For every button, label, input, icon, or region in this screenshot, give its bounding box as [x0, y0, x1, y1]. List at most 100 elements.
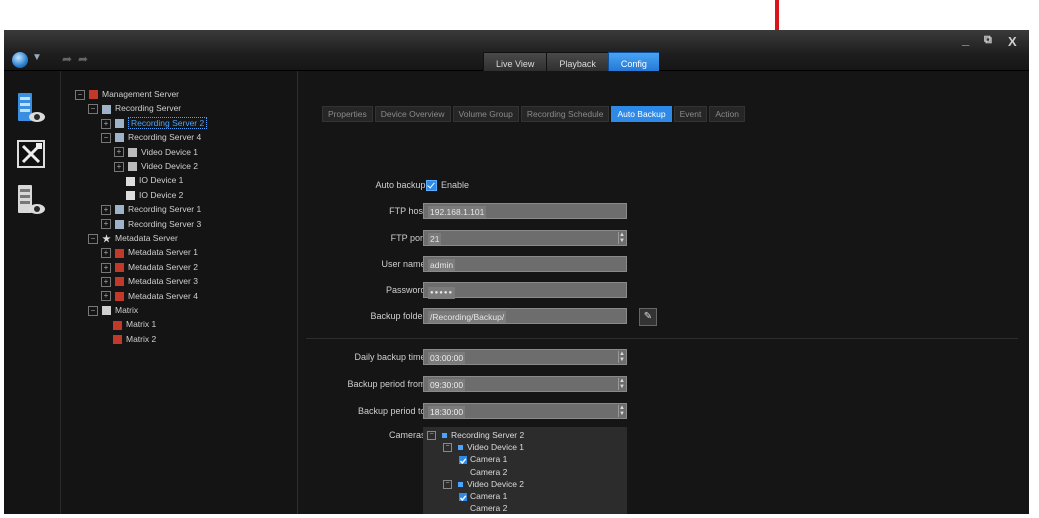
forward-arrow-icon[interactable]: ➦ — [78, 52, 88, 66]
subtab-volume-group[interactable]: Volume Group — [452, 106, 519, 122]
tree-item-matrix[interactable]: − Matrix — [88, 303, 138, 317]
ftp-host-label: FTP host: — [389, 206, 428, 216]
tree-item-io-device-1[interactable]: IO Device 1 — [114, 173, 183, 187]
expand-icon[interactable]: + — [101, 204, 111, 215]
device-tree-panel: − Management Server − Recording Server + Reco… — [61, 71, 298, 514]
tree-item-label: Video Device 2 — [141, 161, 199, 171]
restore-icon[interactable]: ⧉ — [984, 34, 992, 47]
camera-tree-label: Camera 1 — [470, 491, 508, 501]
expand-icon[interactable]: + — [101, 118, 111, 129]
user-name-value: admin — [428, 259, 456, 271]
collapse-icon[interactable]: − — [101, 132, 111, 143]
camera-checkbox[interactable] — [459, 492, 467, 501]
node-dot-icon — [458, 445, 463, 451]
enable-checkbox[interactable] — [426, 180, 437, 191]
expand-icon[interactable]: + — [114, 161, 124, 172]
camera-tree-item-video-device-2[interactable]: − Video Device 2 — [443, 478, 524, 490]
collapse-icon[interactable]: − — [443, 443, 452, 453]
expand-icon[interactable]: + — [114, 147, 124, 158]
backup-period-to-field[interactable]: 18:30:00 ▲ ▼ — [423, 403, 627, 419]
camera-checkbox[interactable] — [459, 505, 467, 513]
server-monitor-icon[interactable] — [16, 91, 46, 125]
ftp-host-field[interactable]: 192.168.1.101 — [423, 203, 627, 219]
backup-period-to-value: 18:30:00 — [428, 406, 466, 418]
title-bar: ▼ ➦ ➦ Live View Playback Config _ ⧉ X — [4, 30, 1029, 76]
red-server-icon — [113, 335, 122, 345]
password-label: Password: — [385, 285, 428, 295]
tree-item-recording-server-3[interactable]: + Recording Server 3 — [101, 217, 201, 231]
camera-tree-item-camera-2[interactable]: Camera 2 — [459, 466, 507, 478]
user-name-field[interactable]: admin — [423, 256, 627, 272]
tree-item-recording-server-4[interactable]: − Recording Server 4 — [101, 130, 201, 144]
expand-icon[interactable]: + — [101, 291, 111, 302]
red-server-icon — [115, 263, 124, 273]
chevron-down-icon[interactable]: ▼ — [32, 52, 42, 63]
server-icon — [115, 219, 124, 229]
ftp-port-spinner[interactable]: ▲ ▼ — [618, 232, 625, 244]
password-field[interactable]: ●●●●● — [423, 282, 627, 299]
camera-tree-item-video-device-1[interactable]: − Video Device 1 — [443, 441, 524, 453]
expand-icon[interactable]: + — [101, 276, 111, 287]
collapse-icon[interactable]: − — [88, 305, 98, 316]
tree-item-video-device-2[interactable]: + Video Device 2 — [114, 159, 198, 173]
backup-period-to-label: Backup period to: — [357, 406, 428, 416]
tree-item-video-device-1[interactable]: + Video Device 1 — [114, 145, 198, 159]
tree-item-recording-server[interactable]: − Recording Server — [88, 101, 181, 115]
ftp-port-field[interactable]: 21 ▲ ▼ — [423, 230, 627, 246]
collapse-icon[interactable]: − — [427, 431, 436, 441]
camera-tree-label: Camera 2 — [470, 503, 508, 514]
subtab-recording-schedule[interactable]: Recording Schedule — [520, 106, 610, 122]
camera-checkbox[interactable] — [459, 456, 467, 465]
backup-folder-field[interactable]: /Recording/Backup/ — [423, 308, 627, 324]
collapse-icon[interactable]: − — [75, 89, 85, 100]
back-arrow-icon[interactable]: ➦ — [62, 52, 72, 66]
tree-item-metadata-server-2[interactable]: + Metadata Server 2 — [101, 260, 198, 274]
collapse-icon[interactable]: − — [88, 233, 98, 244]
tree-item-metadata-server-4[interactable]: + Metadata Server 4 — [101, 289, 198, 303]
cameras-label: Cameras: — [388, 430, 428, 440]
camera-tree-item-camera-2[interactable]: Camera 2 — [459, 502, 507, 514]
expand-icon[interactable]: + — [101, 248, 111, 259]
subtab-event[interactable]: Event — [673, 106, 708, 122]
camera-tree-item-camera-1[interactable]: Camera 1 — [459, 490, 507, 502]
minimize-icon[interactable]: _ — [962, 32, 969, 47]
server-eye-icon[interactable] — [16, 183, 46, 217]
camera-tree-label: Recording Server 2 — [451, 430, 525, 440]
tree-item-label: IO Device 2 — [139, 189, 184, 200]
app-menu-icon[interactable] — [12, 52, 28, 68]
subtab-properties[interactable]: Properties — [322, 106, 373, 122]
close-icon[interactable]: X — [1008, 34, 1017, 49]
camera-tree-item-recording-server-2[interactable]: − Recording Server 2 — [427, 429, 524, 441]
camera-tree-label: Video Device 2 — [467, 478, 525, 489]
server-icon — [115, 119, 124, 129]
tree-item-management-server[interactable]: − Management Server — [75, 87, 179, 101]
daily-backup-time-field[interactable]: 03:00:00 ▲ ▼ — [423, 349, 627, 365]
tree-item-matrix-1[interactable]: Matrix 1 — [101, 317, 156, 331]
backup-period-to-spinner[interactable]: ▲ ▼ — [618, 405, 625, 417]
backup-period-from-spinner[interactable]: ▲ ▼ — [618, 378, 625, 390]
tree-item-label: Recording Server 3 — [128, 218, 202, 229]
red-server-icon — [115, 277, 124, 287]
tools-icon[interactable] — [16, 137, 46, 171]
backup-period-from-field[interactable]: 09:30:00 ▲ ▼ — [423, 376, 627, 392]
tree-item-metadata-server[interactable]: − Metadata Server — [88, 231, 178, 245]
tree-item-metadata-server-3[interactable]: + Metadata Server 3 — [101, 274, 198, 288]
tree-item-io-device-2[interactable]: IO Device 2 — [114, 188, 183, 202]
tree-item-matrix-2[interactable]: Matrix 2 — [101, 332, 156, 346]
ftp-host-value: 192.168.1.101 — [428, 206, 487, 218]
edit-folder-button[interactable]: ✎ — [639, 308, 657, 326]
tree-item-metadata-server-1[interactable]: + Metadata Server 1 — [101, 245, 198, 259]
tree-item-recording-server-2[interactable]: + Recording Server 2 — [101, 116, 208, 130]
subtab-device-overview[interactable]: Device Overview — [374, 106, 451, 122]
tree-item-recording-server-1[interactable]: + Recording Server 1 — [101, 202, 201, 216]
camera-tree-item-camera-1[interactable]: Camera 1 — [459, 453, 507, 465]
expand-icon[interactable]: + — [101, 219, 111, 230]
camera-checkbox[interactable] — [459, 468, 467, 476]
subtab-action[interactable]: Action — [709, 106, 746, 122]
left-rail — [4, 71, 61, 514]
expand-icon[interactable]: + — [101, 262, 111, 273]
collapse-icon[interactable]: − — [88, 104, 98, 115]
subtab-auto-backup[interactable]: Auto Backup — [611, 106, 672, 122]
daily-backup-time-spinner[interactable]: ▲ ▼ — [618, 351, 625, 363]
collapse-icon[interactable]: − — [443, 480, 452, 490]
